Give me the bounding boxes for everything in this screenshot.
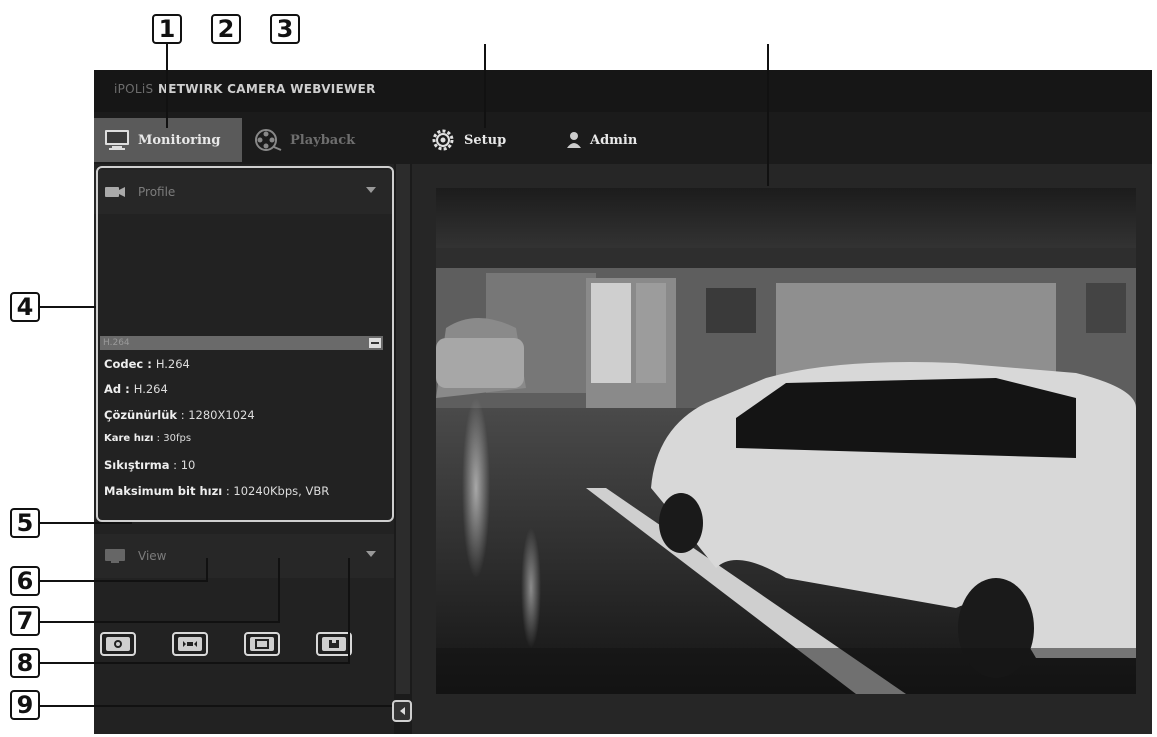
callout-3: 3 <box>270 14 300 44</box>
title-bar: iPOLiS NETWIRK CAMERA WEBVIEWER <box>94 70 1152 112</box>
tab-monitoring-label: Monitoring <box>138 132 221 148</box>
tab-setup[interactable]: Setup <box>430 118 506 162</box>
film-reel-icon <box>255 129 282 151</box>
record-icon <box>322 637 346 651</box>
monitor-icon <box>105 130 129 150</box>
tab-playback[interactable]: Playback <box>254 118 355 162</box>
leader-line-4 <box>40 306 96 308</box>
capture-icon <box>106 637 130 651</box>
callout-1: 1 <box>152 14 182 44</box>
callout-4: 4 <box>10 292 40 322</box>
tab-admin-label: Admin <box>590 132 638 148</box>
app-title: iPOLiS NETWIRK CAMERA WEBVIEWER <box>114 82 376 96</box>
callout-8: 8 <box>10 648 40 678</box>
profile-callout-frame <box>96 166 394 522</box>
panel-scrollbar[interactable] <box>396 164 410 694</box>
leader-line-8 <box>40 662 350 664</box>
tab-admin[interactable]: Admin <box>566 118 637 162</box>
view-header-label: View <box>138 549 167 563</box>
tab-monitoring[interactable]: Monitoring <box>94 118 242 162</box>
capture-button[interactable] <box>100 632 136 656</box>
panel-collapse-button[interactable] <box>392 700 412 722</box>
fit-icon <box>250 637 274 651</box>
callout-6: 6 <box>10 566 40 596</box>
webviewer-window: iPOLiS NETWIRK CAMERA WEBVIEWER Monitori… <box>94 70 1152 734</box>
record-button[interactable] <box>316 632 352 656</box>
view-icon <box>105 549 125 563</box>
callout-5: 5 <box>10 508 40 538</box>
leader-line-7v <box>278 558 280 623</box>
leader-line-8v <box>348 558 350 664</box>
chevron-down-icon[interactable] <box>366 551 376 557</box>
tab-playback-label: Playback <box>290 132 356 148</box>
leader-line-6v <box>206 558 208 582</box>
app-title-prefix: iPOLiS <box>114 82 154 96</box>
callout-9: 9 <box>10 690 40 720</box>
user-icon <box>567 132 581 148</box>
tab-setup-label: Setup <box>464 132 507 148</box>
fit-button[interactable] <box>244 632 280 656</box>
live-video-frame <box>412 164 1152 734</box>
parking-garage-image <box>436 188 1136 694</box>
fullscreen-button[interactable] <box>172 632 208 656</box>
callout-7: 7 <box>10 606 40 636</box>
gear-icon <box>432 129 454 151</box>
leader-line-5 <box>40 522 132 524</box>
live-video[interactable] <box>436 188 1136 694</box>
fullscreen-icon <box>178 637 202 651</box>
leader-line-6 <box>40 580 208 582</box>
leader-line-9 <box>40 705 392 707</box>
callout-2: 2 <box>211 14 241 44</box>
app-title-main: NETWIRK CAMERA WEBVIEWER <box>157 82 376 96</box>
leader-line-2 <box>484 44 486 128</box>
leader-line-1 <box>166 44 168 128</box>
leader-line-3 <box>767 44 769 186</box>
leader-line-7 <box>40 621 280 623</box>
main-tabs: Monitoring Playback Setup Admin <box>94 118 1152 164</box>
